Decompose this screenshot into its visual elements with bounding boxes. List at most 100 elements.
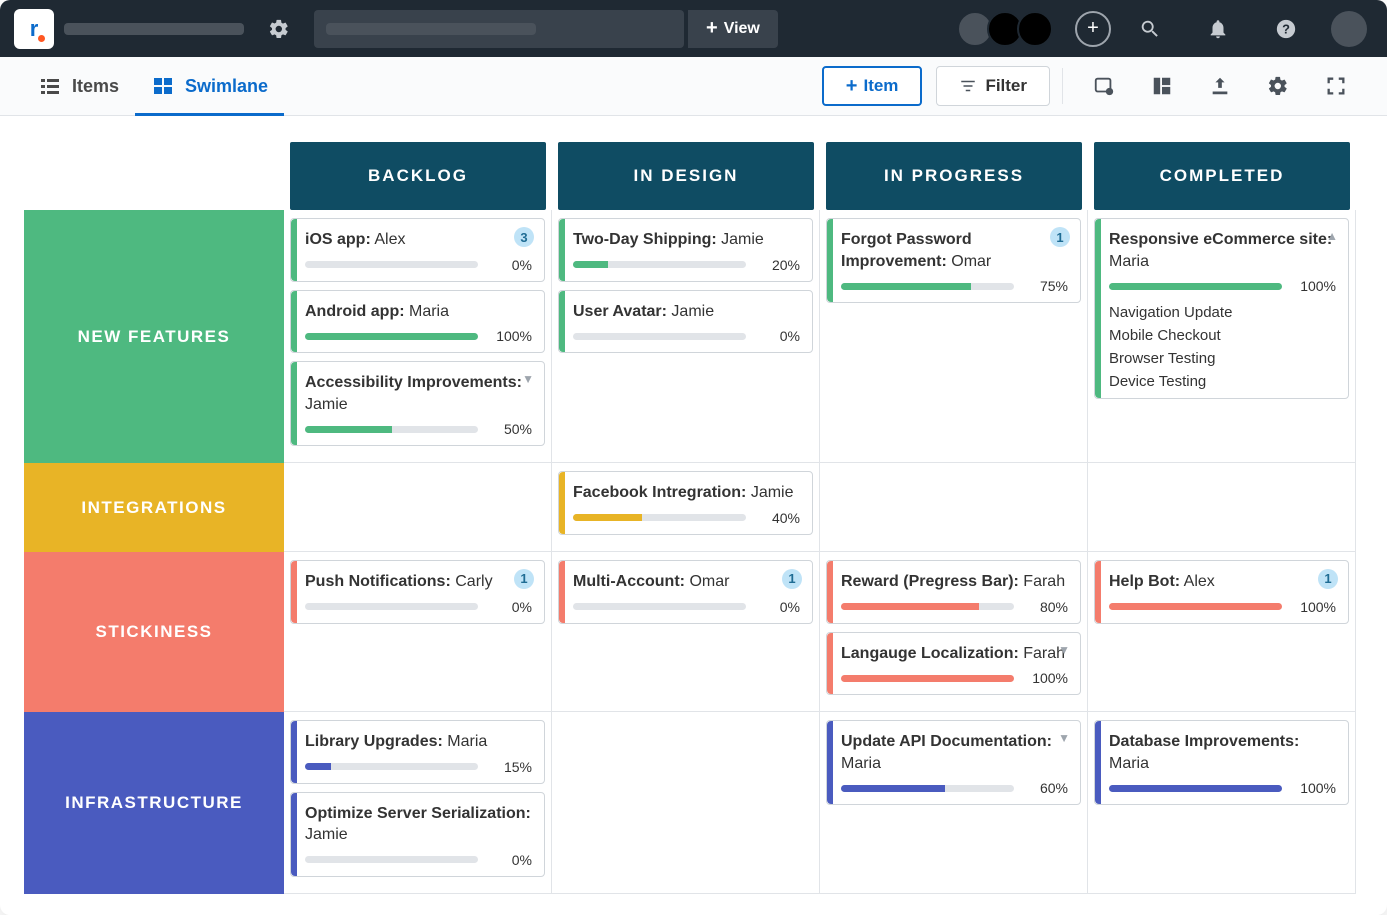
- swimlane-cell[interactable]: Library Upgrades: Maria 15% Optimize Ser…: [284, 712, 552, 894]
- progress-bar: [305, 763, 478, 770]
- progress-bar: [573, 603, 746, 610]
- card[interactable]: User Avatar: Jamie 0%: [558, 290, 813, 354]
- add-item-label: Item: [863, 76, 898, 96]
- progress-percent: 0%: [488, 599, 532, 615]
- expand-icon[interactable]: ▼: [1058, 731, 1070, 745]
- expand-icon[interactable]: ▼: [1058, 643, 1070, 657]
- card[interactable]: 1 Help Bot: Alex 100%: [1094, 560, 1349, 624]
- card-title: Multi-Account: Omar: [573, 571, 800, 593]
- view-button[interactable]: + View: [688, 10, 778, 48]
- gear-icon[interactable]: [268, 18, 290, 40]
- expand-icon[interactable]: ▲: [1326, 229, 1338, 243]
- progress-percent: 0%: [488, 852, 532, 868]
- subitem[interactable]: Navigation Update: [1109, 304, 1336, 321]
- progress-percent: 15%: [488, 759, 532, 775]
- card-title: Facebook Intregration: Jamie: [573, 482, 800, 504]
- card-title: Reward (Pregress Bar): Farah: [841, 571, 1068, 593]
- card[interactable]: Facebook Intregration: Jamie 40%: [558, 471, 813, 535]
- card[interactable]: 1 Forgot Password Improvement: Omar 75%: [826, 218, 1081, 303]
- progress-percent: 0%: [488, 257, 532, 273]
- card[interactable]: Optimize Server Serialization: Jamie 0%: [290, 792, 545, 877]
- swimlane-cell[interactable]: ▲ Responsive eCommerce site: Maria 100% …: [1088, 210, 1356, 463]
- card[interactable]: Two-Day Shipping: Jamie 20%: [558, 218, 813, 282]
- progress-bar: [305, 856, 478, 863]
- card[interactable]: Database Improvements: Maria 100%: [1094, 720, 1349, 805]
- swimlane-cell[interactable]: [1088, 463, 1356, 552]
- progress-percent: 0%: [756, 328, 800, 344]
- progress-percent: 100%: [488, 328, 532, 344]
- subitem[interactable]: Browser Testing: [1109, 350, 1336, 367]
- swimlane-cell[interactable]: Reward (Pregress Bar): Farah 80% ▼ Langa…: [820, 552, 1088, 712]
- card[interactable]: ▼ Update API Documentation: Maria 60%: [826, 720, 1081, 805]
- swimlane-board: BACKLOGIN DESIGNIN PROGRESSCOMPLETEDNEW …: [0, 116, 1387, 915]
- topbar: r + View + ?: [0, 0, 1387, 57]
- filter-button[interactable]: Filter: [936, 66, 1050, 106]
- avatar-group[interactable]: [963, 11, 1053, 47]
- swimlane-cell[interactable]: Facebook Intregration: Jamie 40%: [552, 463, 820, 552]
- swimlane-cell[interactable]: 1 Help Bot: Alex 100%: [1088, 552, 1356, 712]
- card[interactable]: 3 iOS app: Alex 0%: [290, 218, 545, 282]
- swimlane-cell[interactable]: [284, 463, 552, 552]
- row-header-int: INTEGRATIONS: [24, 463, 284, 552]
- settings-icon[interactable]: [1249, 75, 1307, 97]
- card-title: Responsive eCommerce site: Maria: [1109, 229, 1336, 272]
- card-title: Help Bot: Alex: [1109, 571, 1336, 593]
- progress-percent: 50%: [488, 421, 532, 437]
- swimlane-cell[interactable]: Database Improvements: Maria 100%: [1088, 712, 1356, 894]
- subitem[interactable]: Device Testing: [1109, 373, 1336, 390]
- layout-icon[interactable]: [1133, 75, 1191, 97]
- current-user-avatar[interactable]: [1331, 11, 1367, 47]
- row-header-new: NEW FEATURES: [24, 210, 284, 463]
- app-logo[interactable]: r: [14, 9, 54, 49]
- swimlane-cell[interactable]: 1 Forgot Password Improvement: Omar 75%: [820, 210, 1088, 463]
- search-input[interactable]: [314, 10, 684, 48]
- progress-bar: [1109, 603, 1282, 610]
- manage-views-icon[interactable]: [1075, 75, 1133, 97]
- filter-label: Filter: [985, 76, 1027, 96]
- card-subitems: Navigation Update Mobile Checkout Browser …: [1109, 304, 1336, 390]
- list-icon: [38, 74, 62, 98]
- card[interactable]: Reward (Pregress Bar): Farah 80%: [826, 560, 1081, 624]
- card[interactable]: Library Upgrades: Maria 15%: [290, 720, 545, 784]
- card[interactable]: 1 Push Notifications: Carly 0%: [290, 560, 545, 624]
- row-header-inf: INFRASTRUCTURE: [24, 712, 284, 894]
- progress-bar: [573, 333, 746, 340]
- swimlane-cell[interactable]: 3 iOS app: Alex 0% Android app: Maria 10…: [284, 210, 552, 463]
- subitem[interactable]: Mobile Checkout: [1109, 327, 1336, 344]
- bell-icon[interactable]: [1207, 18, 1229, 40]
- card[interactable]: ▲ Responsive eCommerce site: Maria 100% …: [1094, 218, 1349, 399]
- column-header: IN PROGRESS: [826, 142, 1082, 210]
- count-badge: 3: [514, 227, 534, 247]
- grid-icon: [151, 74, 175, 98]
- card[interactable]: 1 Multi-Account: Omar 0%: [558, 560, 813, 624]
- search-icon[interactable]: [1139, 18, 1161, 40]
- progress-bar: [841, 785, 1014, 792]
- add-item-button[interactable]: + Item: [822, 66, 923, 106]
- card-title: Forgot Password Improvement: Omar: [841, 229, 1068, 272]
- progress-percent: 100%: [1292, 780, 1336, 796]
- swimlane-cell[interactable]: [552, 712, 820, 894]
- expand-icon[interactable]: ▼: [522, 372, 534, 386]
- progress-bar: [305, 333, 478, 340]
- swimlane-cell[interactable]: ▼ Update API Documentation: Maria 60%: [820, 712, 1088, 894]
- add-user-button[interactable]: +: [1075, 11, 1111, 47]
- swimlane-cell[interactable]: 1 Push Notifications: Carly 0%: [284, 552, 552, 712]
- count-badge: 1: [1050, 227, 1070, 247]
- fullscreen-icon[interactable]: [1307, 75, 1365, 97]
- swimlane-cell[interactable]: 1 Multi-Account: Omar 0%: [552, 552, 820, 712]
- progress-bar: [305, 603, 478, 610]
- tab-swimlane[interactable]: Swimlane: [135, 57, 284, 115]
- card[interactable]: ▼ Langauge Localization: Farah 100%: [826, 632, 1081, 696]
- progress-percent: 80%: [1024, 599, 1068, 615]
- tab-items[interactable]: Items: [22, 57, 135, 115]
- help-icon[interactable]: ?: [1275, 18, 1297, 40]
- swimlane-cell[interactable]: Two-Day Shipping: Jamie 20% User Avatar:…: [552, 210, 820, 463]
- export-icon[interactable]: [1191, 75, 1249, 97]
- progress-percent: 40%: [756, 510, 800, 526]
- card[interactable]: ▼ Accessibility Improvements: Jamie 50%: [290, 361, 545, 446]
- column-header: COMPLETED: [1094, 142, 1350, 210]
- svg-text:?: ?: [1282, 21, 1290, 36]
- card-title: Langauge Localization: Farah: [841, 643, 1068, 665]
- swimlane-cell[interactable]: [820, 463, 1088, 552]
- card[interactable]: Android app: Maria 100%: [290, 290, 545, 354]
